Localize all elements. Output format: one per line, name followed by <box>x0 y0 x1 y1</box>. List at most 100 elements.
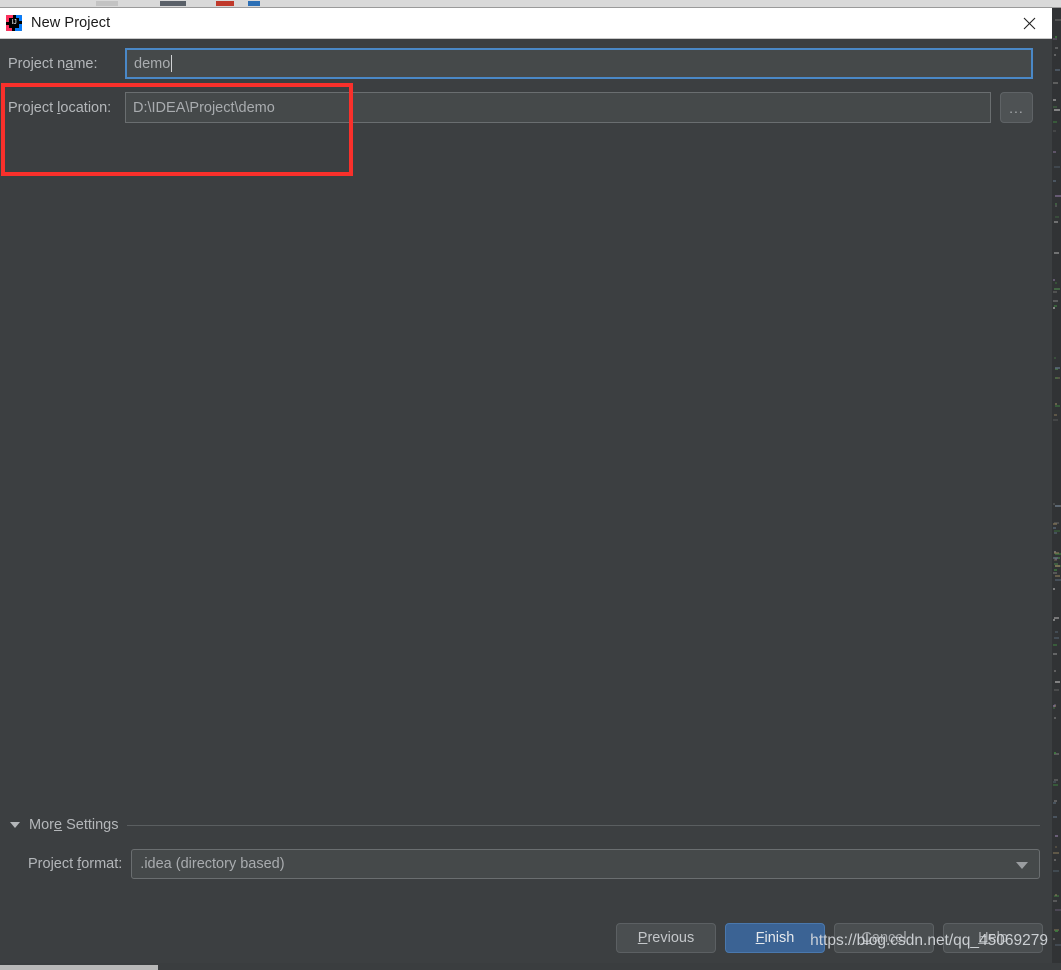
minimap-fleck <box>1055 631 1058 633</box>
minimap-fleck <box>1053 781 1056 783</box>
minimap-fleck <box>1053 938 1055 940</box>
section-divider <box>127 824 1040 826</box>
minimap-fleck <box>1055 575 1060 577</box>
minimap-fleck <box>1054 357 1056 359</box>
background-window-right-strip <box>1052 8 1061 963</box>
app-icon-text: IJ <box>9 18 19 28</box>
project-format-select[interactable]: .idea (directory based) <box>131 849 1040 879</box>
minimap-fleck <box>1053 619 1055 621</box>
minimap-fleck <box>1055 681 1060 683</box>
bg-fragment-1 <box>96 1 118 6</box>
previous-button[interactable]: Previous <box>616 923 716 953</box>
minimap-fleck <box>1055 367 1060 369</box>
minimap-fleck <box>1054 54 1056 56</box>
intellij-idea-icon: IJ <box>6 15 22 31</box>
minimap-fleck <box>1053 503 1055 505</box>
minimap-fleck <box>1055 579 1061 581</box>
minimap-fleck <box>1053 802 1056 804</box>
minimap-fleck <box>1053 644 1057 646</box>
project-name-row: Project name: demo <box>0 48 1052 79</box>
minimap-fleck <box>1053 106 1057 108</box>
screen-root: IJ New Project Project name: demo Projec… <box>0 0 1061 970</box>
finish-button[interactable]: Finish <box>725 923 825 953</box>
project-name-label: Project name: <box>8 55 98 72</box>
minimap-fleck <box>1053 707 1055 709</box>
minimap-fleck <box>1055 203 1057 205</box>
minimap-fleck <box>1053 705 1055 707</box>
minimap-fleck <box>1053 130 1056 132</box>
browse-folder-button[interactable]: ... <box>1000 92 1033 123</box>
minimap-fleck <box>1055 565 1060 567</box>
minimap-fleck <box>1053 900 1057 902</box>
minimap-fleck <box>1054 779 1058 781</box>
project-name-input[interactable]: demo <box>125 48 1033 79</box>
minimap-fleck <box>1053 870 1059 872</box>
minimap-fleck <box>1054 221 1058 223</box>
minimap-fleck <box>1053 588 1055 590</box>
dialog-title: New Project <box>31 15 111 31</box>
minimap-fleck <box>1053 784 1058 786</box>
minimap-fleck <box>1054 288 1060 290</box>
minimap-fleck <box>1054 637 1059 639</box>
more-settings-label: More Settings <box>29 817 119 833</box>
minimap-fleck <box>1055 216 1059 218</box>
minimap-fleck <box>1054 670 1056 672</box>
minimap-fleck <box>1053 572 1057 574</box>
minimap-fleck <box>1055 282 1057 284</box>
ellipsis-icon: ... <box>1009 99 1024 116</box>
project-format-value: .idea (directory based) <box>140 856 285 872</box>
project-format-label: Project format: <box>28 856 123 872</box>
minimap-fleck <box>1055 558 1057 560</box>
close-icon[interactable] <box>1006 8 1052 38</box>
minimap-fleck <box>1053 180 1056 182</box>
minimap-fleck <box>1054 569 1057 571</box>
minimap-fleck <box>1054 166 1060 168</box>
minimap-fleck <box>1054 552 1059 554</box>
project-format-row: Project format: .idea (directory based) <box>0 849 1052 879</box>
minimap-fleck <box>1054 689 1059 691</box>
minimap-fleck <box>1054 859 1056 861</box>
minimap-fleck <box>1054 252 1059 254</box>
minimap-fleck <box>1055 47 1058 49</box>
minimap-fleck <box>1055 205 1057 207</box>
bg-fragment-4 <box>248 1 260 6</box>
project-location-input[interactable]: D:\IDEA\Project\demo <box>125 92 991 123</box>
minimap-fleck <box>1055 944 1061 946</box>
minimap-fleck <box>1053 816 1057 818</box>
minimap-fleck <box>1055 69 1060 71</box>
minimap-fleck <box>1054 617 1059 619</box>
minimap-fleck <box>1055 19 1061 21</box>
minimap-fleck <box>1054 717 1056 719</box>
minimap-fleck <box>1053 291 1057 293</box>
minimap-fleck <box>1055 505 1060 507</box>
minimap-fleck <box>1054 752 1056 754</box>
project-name-value: demo <box>134 55 171 72</box>
more-settings-toggle[interactable]: More Settings <box>0 815 1052 835</box>
project-form: Project name: demo Project location: D:\… <box>0 48 1052 136</box>
minimap-fleck <box>1053 523 1057 525</box>
minimap-fleck <box>1055 835 1058 837</box>
dialog-titlebar: IJ New Project <box>0 8 1052 39</box>
minimap-fleck <box>1053 121 1057 123</box>
minimap-fleck <box>1053 653 1057 655</box>
minimap-fleck <box>1053 279 1055 281</box>
chevron-down-icon <box>1016 862 1028 869</box>
minimap-fleck <box>1055 846 1057 848</box>
minimap-fleck <box>1054 414 1057 416</box>
text-caret <box>171 55 173 72</box>
dialog-footer: Previous Finish Cancel Help <box>616 923 1043 953</box>
minimap-fleck <box>1054 530 1060 532</box>
help-button[interactable]: Help <box>943 923 1043 953</box>
cancel-button[interactable]: Cancel <box>834 923 934 953</box>
minimap-fleck <box>1054 532 1057 534</box>
minimap-fleck <box>1053 151 1056 153</box>
minimap-fleck <box>1054 109 1060 111</box>
minimap-fleck <box>1053 419 1058 421</box>
minimap-fleck <box>1053 527 1056 529</box>
background-window-top-strip <box>0 0 1061 8</box>
minimap-fleck <box>1055 894 1057 896</box>
minimap-fleck <box>1053 38 1057 40</box>
minimap-fleck <box>1053 852 1059 854</box>
minimap-fleck <box>1055 377 1058 379</box>
minimap-fleck <box>1055 195 1061 197</box>
